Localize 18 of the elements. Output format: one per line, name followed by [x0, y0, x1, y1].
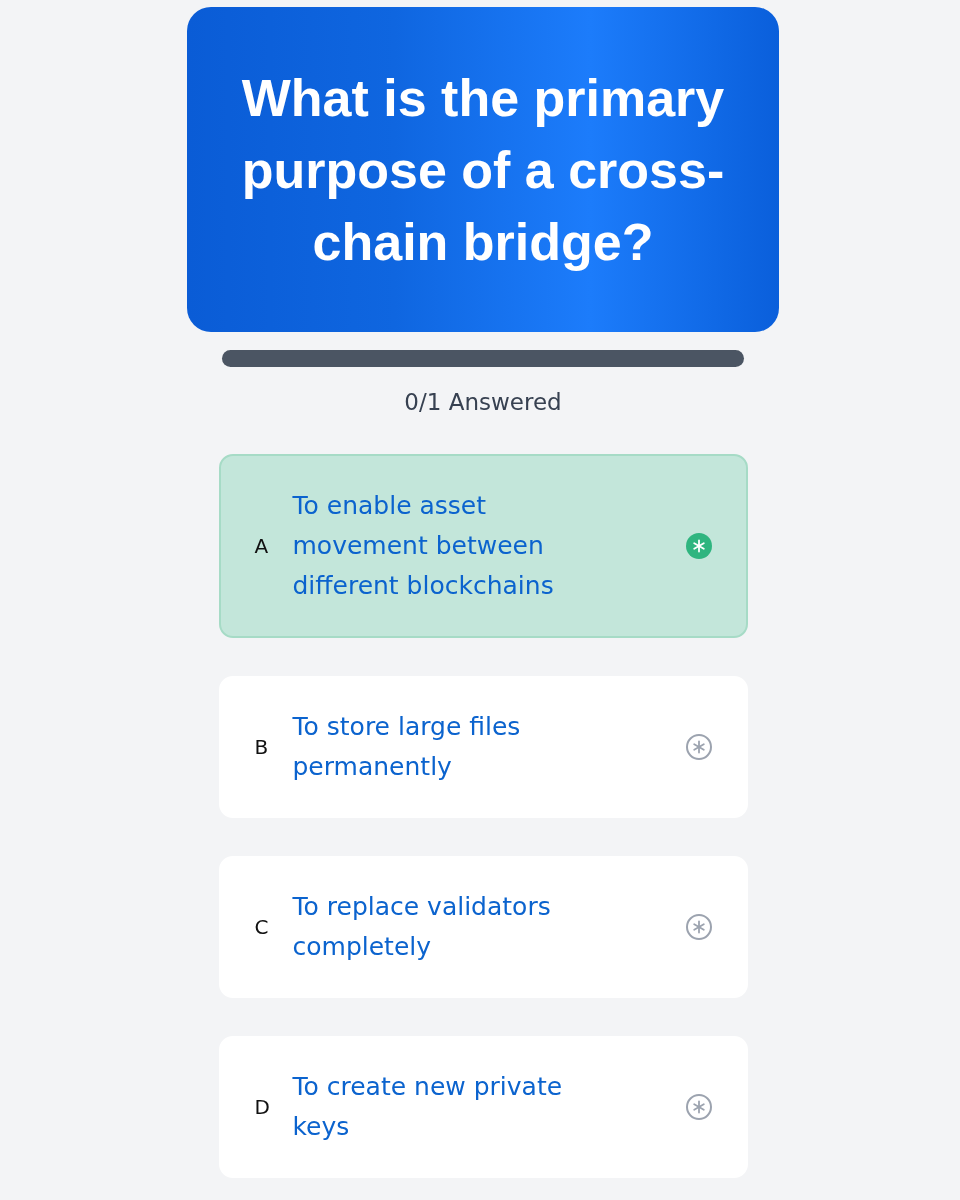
option-text: To replace validators completely — [292, 891, 552, 963]
asterisk-circle-icon — [685, 1094, 712, 1120]
option-letter: B — [254, 735, 270, 759]
question-text: What is the primary purpose of a cross-chain bridge? — [240, 67, 726, 273]
option-text: To create new private keys — [292, 1071, 564, 1143]
option-text: To store large files permanently — [292, 711, 522, 783]
answer-option[interactable]: D To create new private keys — [218, 1036, 748, 1178]
option-letter: D — [254, 1095, 271, 1119]
asterisk-circle-icon — [685, 734, 712, 760]
answer-option[interactable]: A To enable asset movement between different blockchains — [218, 454, 748, 638]
option-text: To enable asset movement between different blockchains — [292, 490, 555, 602]
answer-option[interactable]: C To replace validators completely — [218, 856, 748, 998]
progress-label: 0/1 Answered — [404, 388, 562, 417]
asterisk-circle-icon — [685, 533, 712, 559]
answer-option[interactable]: B To store large files permanently — [218, 676, 748, 818]
asterisk-circle-icon — [685, 914, 712, 940]
option-letter: C — [254, 915, 270, 939]
option-letter: A — [254, 534, 270, 558]
